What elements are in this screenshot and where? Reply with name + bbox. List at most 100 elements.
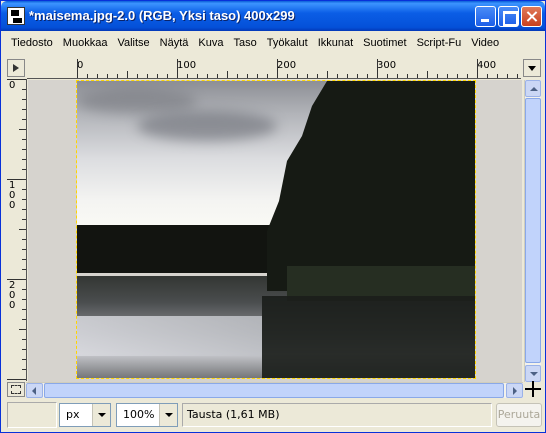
- zoom-select[interactable]: 100%: [116, 403, 178, 427]
- scroll-left-icon[interactable]: [26, 383, 43, 398]
- vruler-tick: [22, 249, 26, 250]
- hruler-tick: [357, 74, 358, 78]
- scroll-down-icon[interactable]: [525, 365, 541, 382]
- hruler-tick: [257, 74, 258, 78]
- hruler-tick: [157, 74, 158, 78]
- menu-muokkaa[interactable]: Muokkaa: [58, 33, 113, 53]
- hruler-tick: [97, 74, 98, 78]
- menu-script-fu[interactable]: Script-Fu: [412, 33, 467, 53]
- hruler-tick: [497, 74, 498, 78]
- vertical-scroll-thumb[interactable]: [525, 98, 541, 363]
- vruler-tick: [22, 359, 26, 360]
- chevron-down-icon[interactable]: [159, 404, 177, 426]
- hruler-tick: [327, 71, 328, 78]
- menu-bar: Tiedosto Muokkaa Valitse Näytä Kuva Taso…: [2, 31, 545, 55]
- vruler-tick: [22, 99, 26, 100]
- image-canvas-area[interactable]: [28, 80, 522, 382]
- navigate-icon[interactable]: [525, 381, 541, 397]
- hruler-tick: [187, 74, 188, 78]
- hruler-tick: [457, 74, 458, 78]
- pointer-coordinates: [7, 402, 57, 428]
- menu-tiedosto[interactable]: Tiedosto: [6, 33, 58, 53]
- vruler-digit: 0: [9, 200, 16, 211]
- vruler-tick: [22, 219, 26, 220]
- maximize-button[interactable]: [498, 6, 519, 27]
- horizontal-ruler[interactable]: 0 100 200 300 400: [27, 59, 521, 79]
- hruler-tick: [237, 74, 238, 78]
- unit-select[interactable]: px: [59, 403, 111, 427]
- minimize-button[interactable]: [475, 6, 496, 27]
- menu-ikkunat[interactable]: Ikkunat: [313, 33, 358, 53]
- hruler-tick: [227, 71, 228, 78]
- hruler-tick: [347, 74, 348, 78]
- hruler-tick: [487, 74, 488, 78]
- vruler-tick: [22, 349, 26, 350]
- horizontal-scroll-thumb[interactable]: [44, 383, 504, 398]
- vruler-tick: [7, 379, 26, 380]
- hruler-tick: [317, 74, 318, 78]
- window-title: *maisema.jpg-2.0 (RGB, Yksi taso) 400x29…: [29, 8, 295, 23]
- vruler-tick: [22, 309, 26, 310]
- hruler-tick: [127, 71, 128, 78]
- vruler-tick: [22, 139, 26, 140]
- vertical-ruler[interactable]: 0 1 0 0 2 0 0: [7, 79, 27, 381]
- hruler-tick: [477, 59, 478, 78]
- hruler-tick: [87, 74, 88, 78]
- hruler-tick: [467, 74, 468, 78]
- vertical-scrollbar[interactable]: [524, 80, 541, 382]
- menu-kuva[interactable]: Kuva: [193, 33, 228, 53]
- hruler-tick: [267, 74, 268, 78]
- quick-mask-toggle-icon[interactable]: [7, 59, 25, 77]
- vruler-tick: [22, 259, 26, 260]
- vruler-tick: [22, 269, 26, 270]
- image-canvas[interactable]: [76, 80, 476, 379]
- hruler-tick: [337, 74, 338, 78]
- vruler-tick: [22, 369, 26, 370]
- horizontal-scrollbar[interactable]: [26, 382, 523, 398]
- hruler-tick: [107, 74, 108, 78]
- vruler-tick: [22, 149, 26, 150]
- scroll-right-icon[interactable]: [506, 383, 523, 398]
- image-reflection: [77, 316, 262, 356]
- hruler-label: 300: [377, 60, 397, 71]
- hruler-tick: [517, 74, 518, 78]
- vruler-digit: 0: [9, 80, 16, 91]
- chevron-down-icon[interactable]: [92, 404, 110, 426]
- unit-value: px: [66, 408, 80, 421]
- hruler-label: 400: [477, 60, 497, 71]
- hruler-tick: [167, 74, 168, 78]
- vruler-tick: [22, 169, 26, 170]
- vruler-tick: [22, 289, 26, 290]
- vruler-tick: [19, 329, 26, 330]
- hruler-label: 200: [277, 60, 297, 71]
- menu-nayta[interactable]: Näytä: [155, 33, 194, 53]
- zoom-image-toggle-icon[interactable]: [7, 382, 25, 397]
- menu-taso[interactable]: Taso: [228, 33, 261, 53]
- vruler-tick: [7, 179, 26, 180]
- gimp-app-icon[interactable]: [7, 7, 25, 25]
- title-bar[interactable]: *maisema.jpg-2.0 (RGB, Yksi taso) 400x29…: [1, 1, 545, 31]
- hruler-tick: [117, 74, 118, 78]
- vruler-tick: [22, 299, 26, 300]
- view-menu-arrow-icon[interactable]: [523, 59, 541, 77]
- hruler-tick: [307, 74, 308, 78]
- hruler-tick: [287, 74, 288, 78]
- menu-video[interactable]: Video: [466, 33, 504, 53]
- vruler-tick: [22, 189, 26, 190]
- close-button[interactable]: [521, 6, 542, 27]
- menu-tyokalut[interactable]: Työkalut: [262, 33, 313, 53]
- hruler-tick: [177, 59, 178, 78]
- menu-valitse[interactable]: Valitse: [112, 33, 154, 53]
- hruler-tick: [137, 74, 138, 78]
- vruler-tick: [22, 239, 26, 240]
- hruler-tick: [247, 74, 248, 78]
- scroll-up-icon[interactable]: [525, 80, 541, 97]
- hruler-tick: [417, 74, 418, 78]
- menu-suotimet[interactable]: Suotimet: [358, 33, 411, 53]
- hruler-tick: [407, 74, 408, 78]
- hruler-tick: [277, 59, 278, 78]
- cancel-button[interactable]: Peruuta: [496, 403, 542, 427]
- vruler-tick: [22, 209, 26, 210]
- hruler-tick: [297, 74, 298, 78]
- vruler-tick: [22, 119, 26, 120]
